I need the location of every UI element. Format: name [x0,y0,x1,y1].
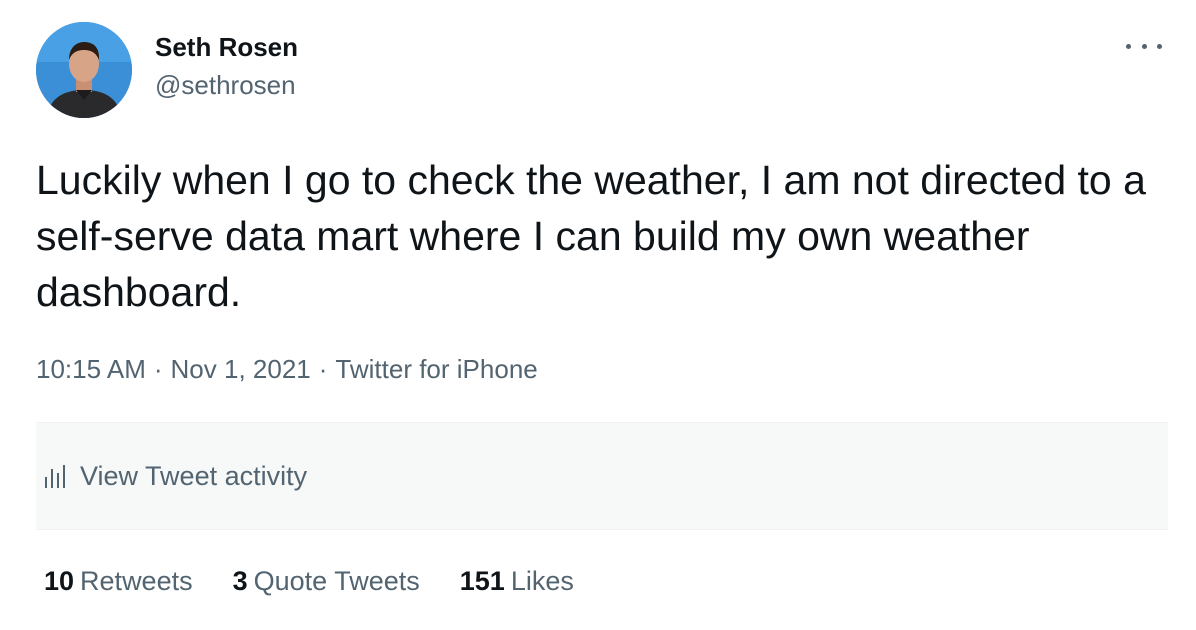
likes-stat[interactable]: 151 Likes [460,563,574,599]
meta-separator: · [153,354,163,384]
more-dot-icon [1157,43,1162,49]
more-options-button[interactable] [1126,34,1162,58]
tweet-time: 10:15 AM [36,354,146,384]
retweets-stat[interactable]: 10 Retweets [44,563,193,599]
retweets-label: Retweets [80,566,193,596]
likes-label: Likes [510,566,574,596]
tweet-stats: 10 Retweets 3 Quote Tweets 151 Likes [44,563,614,599]
tweet-card: Seth Rosen @sethrosen Luckily when I go … [0,0,1196,630]
retweets-count: 10 [44,566,75,596]
author-handle[interactable]: @sethrosen [155,68,298,102]
meta-separator: · [318,354,328,384]
quote-tweets-count: 3 [232,566,248,596]
quote-tweets-label: Quote Tweets [253,566,420,596]
author-display-name[interactable]: Seth Rosen [155,30,298,64]
view-tweet-activity-button[interactable]: View Tweet activity [36,422,1168,530]
tweet-date: Nov 1, 2021 [170,354,311,384]
tweet-meta: 10:15 AM · Nov 1, 2021 · Twitter for iPhone [36,352,538,386]
analytics-bars-icon [45,465,65,488]
more-dot-icon [1141,43,1147,49]
tweet-time-link[interactable]: 10:15 AM · Nov 1, 2021 [36,354,311,384]
tweet-text: Luckily when I go to check the weather, … [36,157,1146,315]
likes-count: 151 [459,566,505,596]
author-block: Seth Rosen @sethrosen [155,30,298,102]
view-tweet-activity-label: View Tweet activity [80,461,308,491]
author-avatar[interactable] [36,22,132,118]
more-dot-icon [1126,43,1131,49]
profile-photo-icon [36,22,132,118]
quote-tweets-stat[interactable]: 3 Quote Tweets [233,563,420,599]
tweet-source-link[interactable]: Twitter for iPhone [335,354,537,384]
